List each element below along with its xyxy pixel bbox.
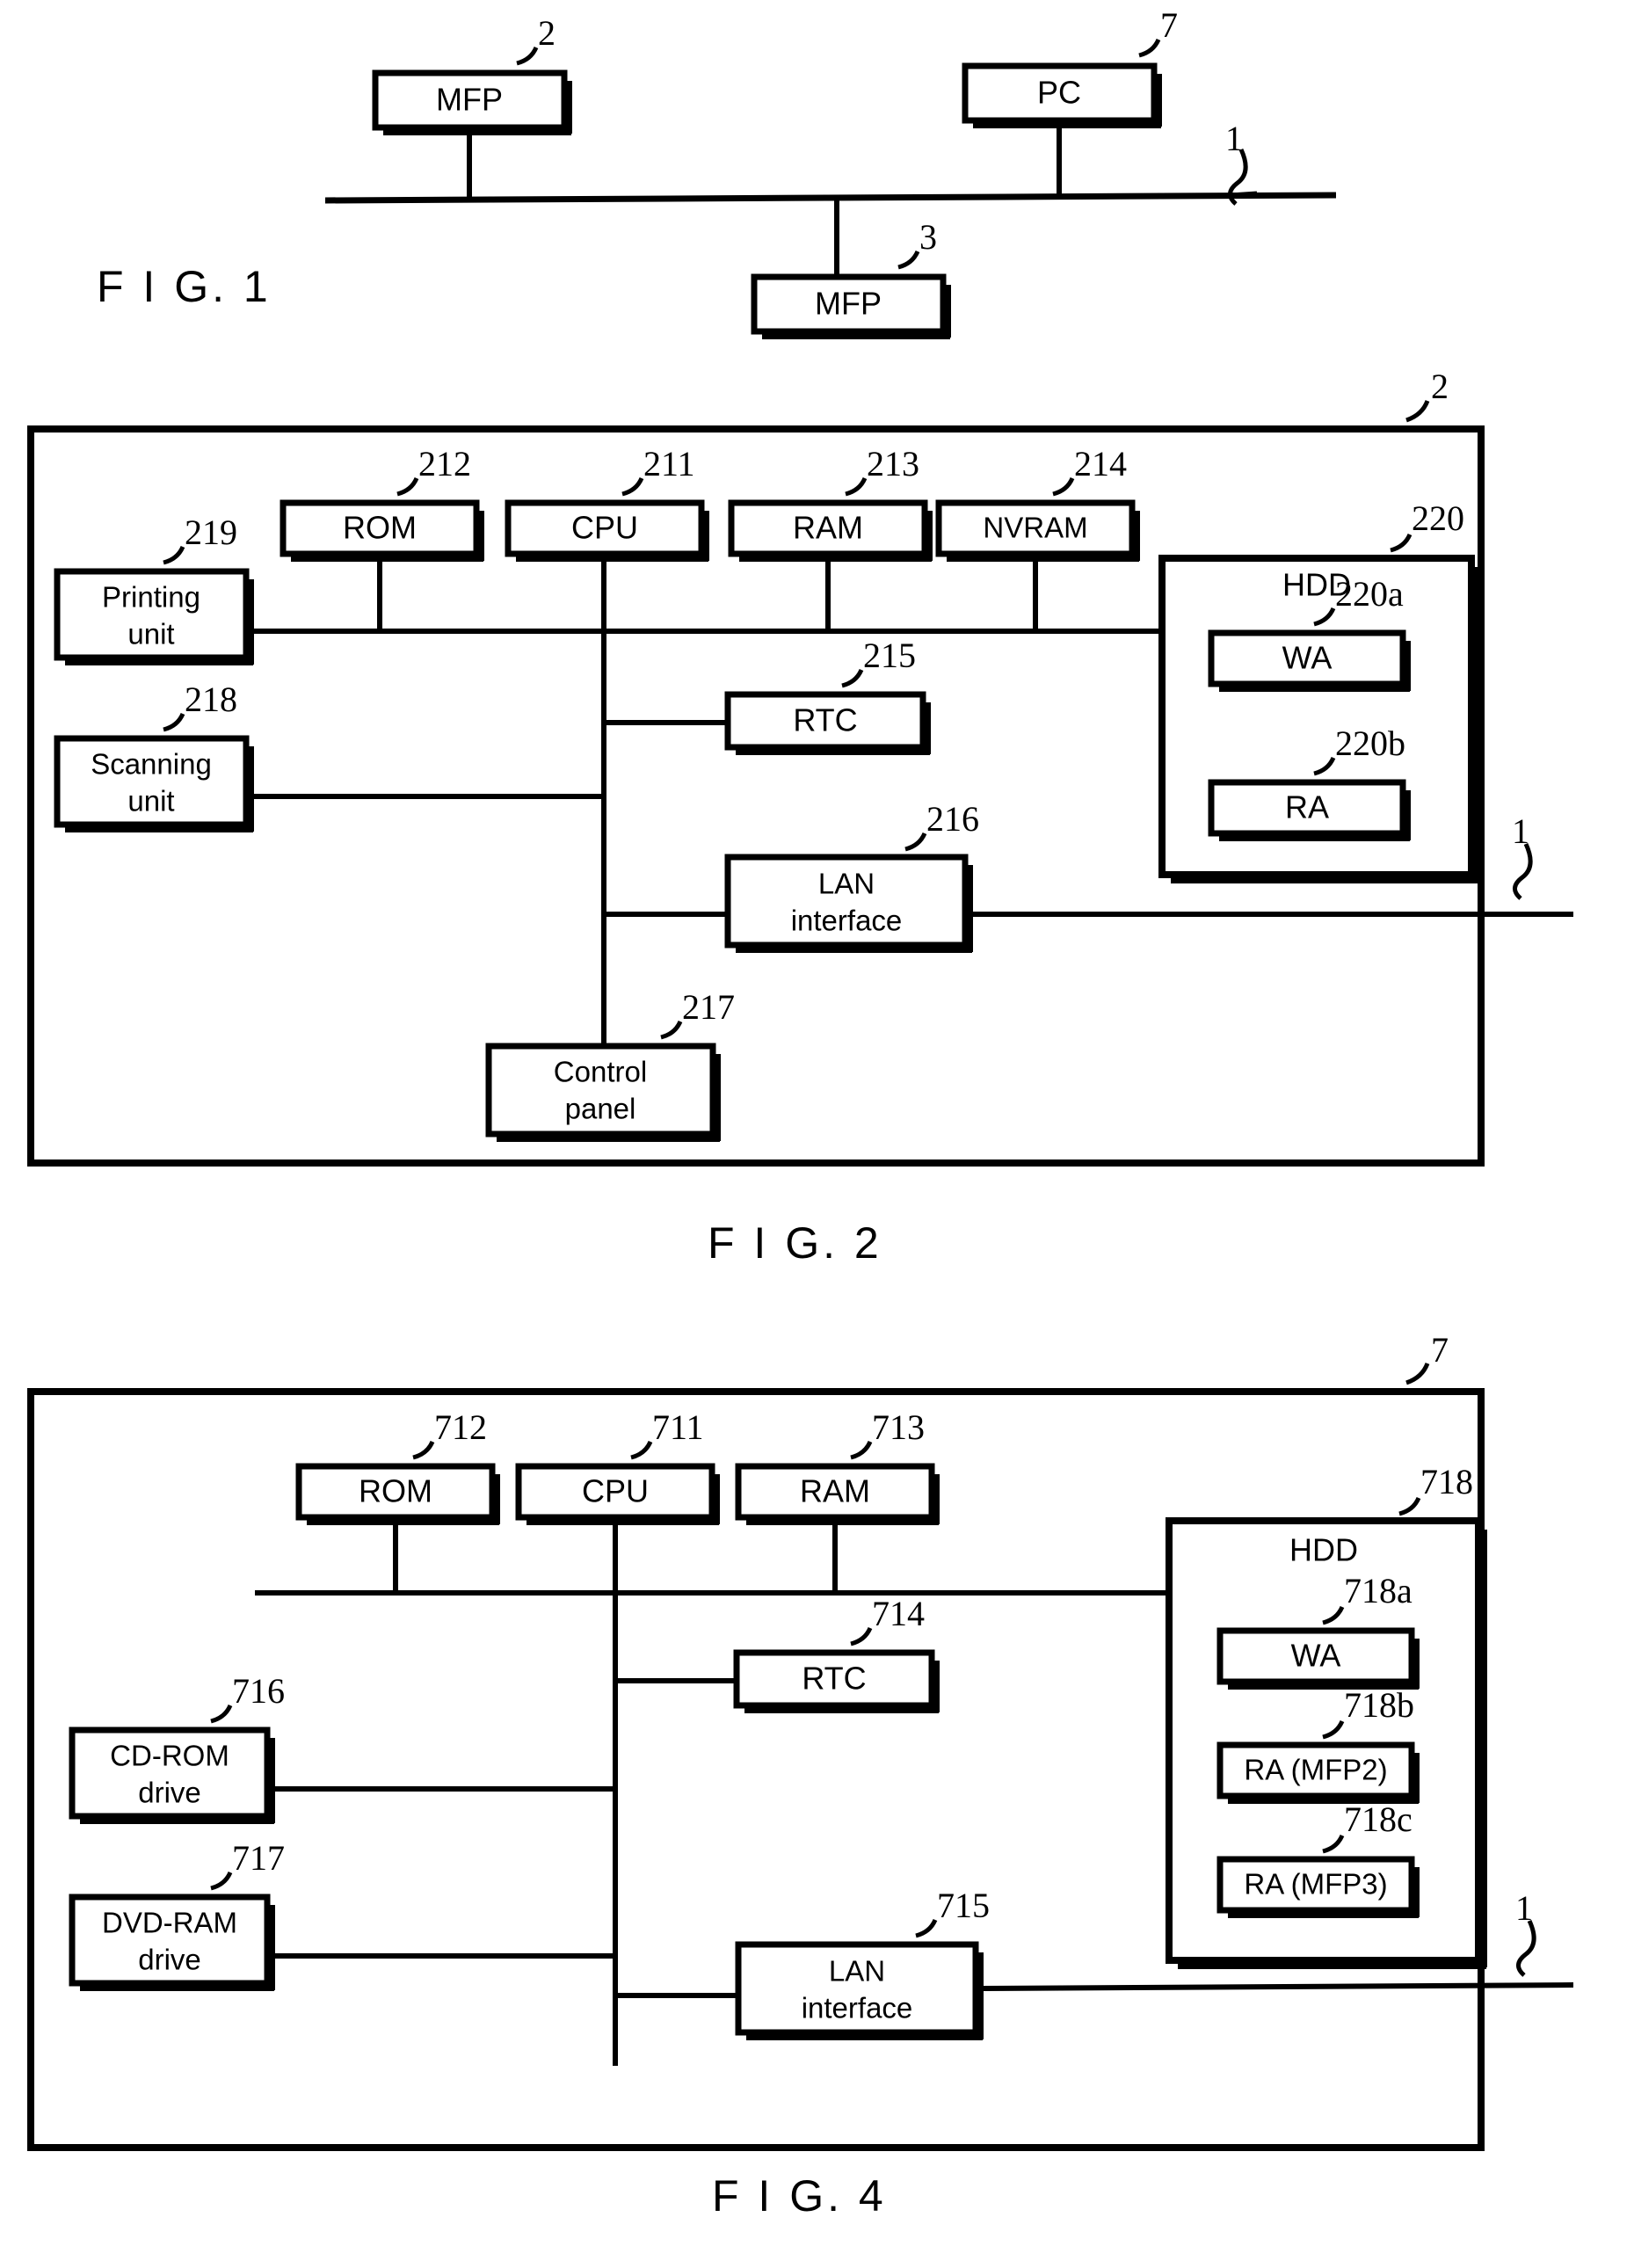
- fig2-node-scanning-unit-ref: 218: [185, 680, 237, 719]
- fig2-node-printing-unit-label-2: unit: [127, 618, 174, 651]
- fig2-node-hdd-wa-ref: 220a: [1335, 574, 1404, 614]
- fig2-node-control-panel-label-1: Control: [554, 1056, 647, 1088]
- fig2-node-lan-interface-label-1: LAN: [818, 868, 875, 900]
- fig4-node-dvdram-drive-ref: 717: [232, 1838, 285, 1878]
- fig2-node-scanning-unit-label-1: Scanning: [91, 748, 212, 781]
- fig4-node-lan-interface-ref: 715: [937, 1886, 990, 1925]
- fig4-node-ram-ref: 713: [872, 1407, 925, 1447]
- fig1-caption: F I G. 1: [97, 262, 272, 311]
- fig4-node-hdd-ref: 718: [1420, 1462, 1473, 1501]
- fig2-node-printing-unit-ref: 219: [185, 512, 237, 552]
- fig1-node-mfp-3-ref: 3: [919, 217, 937, 257]
- fig1-node-mfp-2-ref: 2: [538, 13, 556, 53]
- fig4-node-cdrom-drive-label-2: drive: [138, 1777, 201, 1809]
- fig4-node-cdrom-drive-label-1: CD-ROM: [110, 1740, 229, 1772]
- fig2-node-printing-unit-label-1: Printing: [102, 581, 200, 614]
- fig2-node-hdd: HDD 220 WA 220a RA 220b: [1158, 498, 1480, 883]
- fig2-node-cpu-ref: 211: [643, 444, 695, 483]
- fig4-node-rtc-ref: 714: [872, 1594, 925, 1633]
- fig2-node-hdd-wa-label: WA: [1282, 640, 1333, 676]
- fig4-caption: F I G. 4: [712, 2171, 887, 2221]
- fig2-node-lan-interface-ref: 216: [926, 799, 979, 839]
- fig2-node-nvram-label: NVRAM: [983, 512, 1087, 544]
- fig4-node-hdd-label: HDD: [1289, 1532, 1358, 1568]
- fig2-node-cpu-label: CPU: [571, 510, 638, 546]
- fig1-node-pc-7-ref: 7: [1160, 5, 1178, 45]
- fig2-node-rtc-label: RTC: [793, 702, 857, 738]
- fig4-node-cpu-label: CPU: [582, 1473, 649, 1509]
- fig4-node-hdd-wa-ref: 718a: [1344, 1571, 1413, 1610]
- fig2-network-ref-label: 1: [1512, 811, 1529, 851]
- fig1-node-mfp-3-label: MFP: [815, 286, 882, 322]
- fig4-node-hdd-wa-label: WA: [1291, 1638, 1341, 1674]
- fig4-outer-ref: 7: [1431, 1330, 1449, 1370]
- fig2-node-rtc-ref: 215: [863, 636, 916, 675]
- fig2-node-rom-ref: 212: [418, 444, 471, 483]
- fig4-node-dvdram-drive-label-2: drive: [138, 1944, 201, 1976]
- fig2-caption: F I G. 2: [708, 1218, 882, 1268]
- fig1-node-pc-7-label: PC: [1037, 75, 1081, 111]
- fig2-node-hdd-ref: 220: [1412, 498, 1464, 538]
- patent-drawing-sheet: 1 MFP 2 PC 7 MFP 3 F I G. 1 2 ROM 212 CP…: [0, 0, 1634, 2264]
- fig4-node-rom-label: ROM: [359, 1473, 432, 1509]
- fig4-node-hdd: HDD 718 WA 718a RA (MFP2) 718b RA (MFP3)…: [1166, 1462, 1487, 1969]
- fig4-node-hdd-ra-mfp3-ref: 718c: [1344, 1799, 1413, 1839]
- fig4-node-lan-interface-label-2: interface: [802, 1992, 913, 2024]
- fig4-network-ref-label: 1: [1515, 1888, 1533, 1928]
- fig2-node-hdd-ra-ref: 220b: [1335, 723, 1405, 763]
- fig2-node-ram-ref: 213: [867, 444, 919, 483]
- fig2-node-rom-label: ROM: [343, 510, 417, 546]
- fig4-node-dvdram-drive-label-1: DVD-RAM: [102, 1907, 237, 1939]
- fig2-node-ram-label: RAM: [793, 510, 863, 546]
- fig4-node-hdd-ra-mfp3-label: RA (MFP3): [1244, 1868, 1387, 1901]
- fig1-bus-ref-tick: [1230, 191, 1258, 198]
- fig2-outer-ref: 2: [1431, 367, 1449, 406]
- fig4-node-rtc-label: RTC: [802, 1661, 866, 1697]
- fig1-bus-ref-label: 1: [1225, 119, 1243, 158]
- fig4-node-lan-interface-link-right: [983, 1982, 1574, 1991]
- fig4-node-hdd-ra-mfp2-label: RA (MFP2): [1244, 1754, 1387, 1786]
- fig4-node-lan-interface-label-1: LAN: [829, 1955, 885, 1988]
- fig2-node-scanning-unit-label-2: unit: [127, 785, 174, 818]
- fig4-node-rom-ref: 712: [434, 1407, 487, 1447]
- fig1-node-mfp-2-label: MFP: [436, 82, 503, 118]
- fig2-node-lan-interface-label-2: interface: [791, 905, 903, 937]
- fig4-node-hdd-ra-mfp2-ref: 718b: [1344, 1685, 1414, 1725]
- fig2-node-control-panel-ref: 217: [682, 987, 735, 1027]
- fig4-node-cdrom-drive-ref: 716: [232, 1671, 285, 1711]
- drawing-canvas: 1 MFP 2 PC 7 MFP 3 F I G. 1 2 ROM 212 CP…: [0, 0, 1634, 2264]
- fig4-node-ram-label: RAM: [800, 1473, 870, 1509]
- fig4-node-cpu-ref: 711: [652, 1407, 704, 1447]
- fig2-node-nvram-ref: 214: [1074, 444, 1127, 483]
- fig2-node-hdd-ra-label: RA: [1285, 789, 1329, 825]
- fig2-node-control-panel-label-2: panel: [565, 1093, 636, 1125]
